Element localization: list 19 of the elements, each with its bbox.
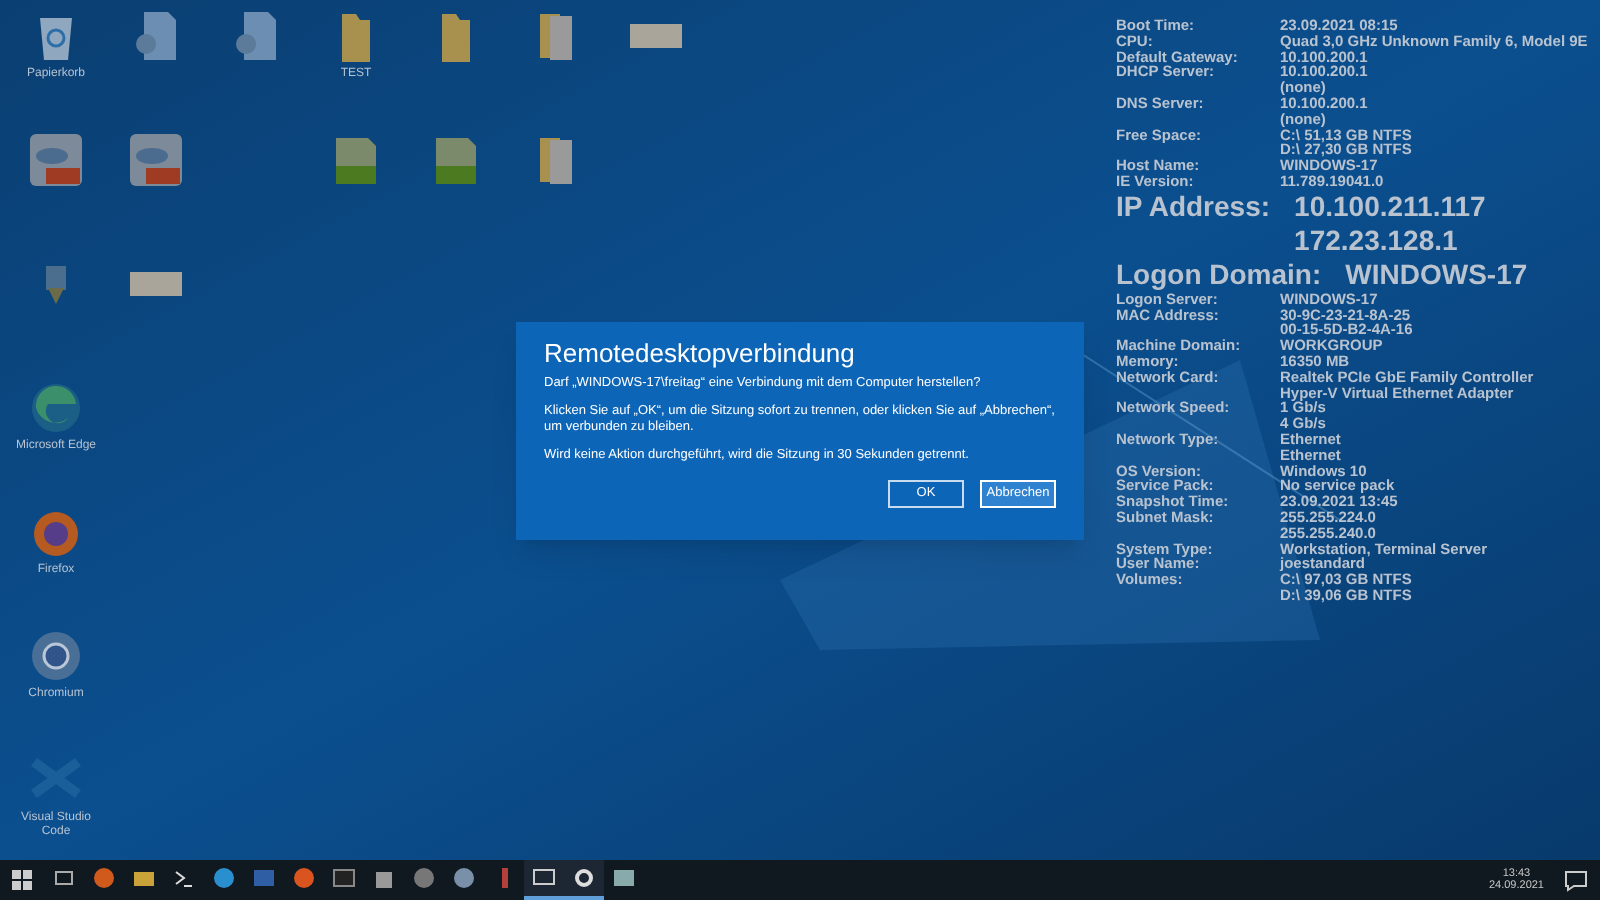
info-value: 172.23.128.1 [1294,223,1460,258]
folder-icon [132,866,156,890]
task-view-icon [52,866,76,890]
monitor-icon [532,866,556,890]
pdf-file-icon [28,132,84,188]
info-value: 10.100.211.117 [1294,189,1486,224]
taskbar-button[interactable] [524,860,564,900]
dialog-title: Remotedesktopverbindung [544,338,857,370]
info-value: WINDOWS-17 [1345,257,1528,292]
settings-icon [572,866,596,890]
notification-icon[interactable] [1564,868,1588,892]
info-label: Logon Domain: [1116,257,1324,292]
console-icon [332,866,356,890]
pdf-file-icon [128,132,184,188]
taskbar-button[interactable] [564,860,604,900]
info-label: IP Address: [1116,189,1273,226]
terminal-icon [172,866,196,890]
windows-logo-icon[interactable] [10,868,34,892]
window-icon [612,866,636,890]
